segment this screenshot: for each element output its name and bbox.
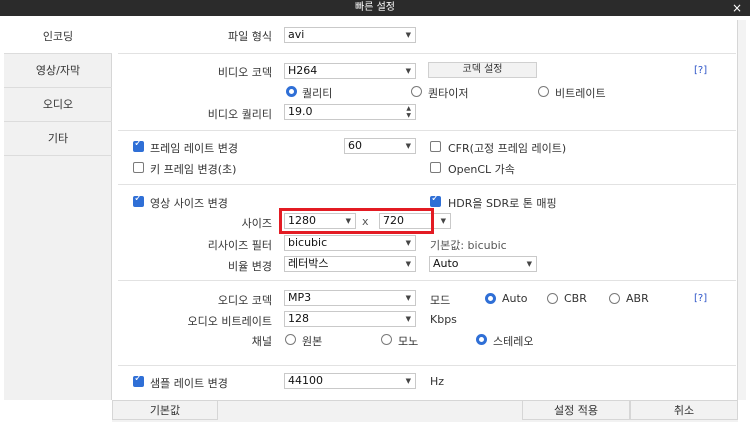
radio-audio-auto-label: Auto (502, 292, 528, 305)
format-label: 파일 형식 (228, 30, 272, 43)
hdr-tonemap-label: HDR을 SDR로 톤 매핑 (448, 197, 557, 210)
framerate-select[interactable]: 60 ▼ (344, 138, 416, 154)
chevron-down-icon: ▼ (405, 67, 411, 75)
spin-down-icon[interactable]: ▼ (406, 113, 411, 119)
chevron-down-icon: ▼ (526, 260, 532, 268)
video-codec-label: 비디오 코덱 (217, 66, 272, 79)
hdr-tonemap-checkbox[interactable] (430, 193, 441, 207)
resize-filter-select[interactable]: bicubic ▼ (284, 235, 416, 251)
format-select[interactable]: avi ▼ (284, 27, 416, 43)
radio-bitrate-label: 비트레이트 (555, 87, 606, 100)
scrollbar[interactable] (738, 20, 746, 400)
sample-rate-unit: Hz (430, 375, 445, 388)
chevron-down-icon: ▼ (405, 260, 411, 268)
chevron-down-icon: ▼ (405, 239, 411, 247)
cancel-button[interactable]: 취소 (630, 400, 738, 420)
radio-audio-abr[interactable] (609, 293, 620, 304)
highlight-box (279, 208, 434, 234)
framerate-change-checkbox[interactable] (133, 138, 144, 152)
radio-audio-auto[interactable] (485, 293, 496, 304)
audio-bitrate-select[interactable]: 128 ▼ (284, 311, 416, 327)
framerate-value: 60 (348, 139, 362, 152)
opencl-checkbox[interactable] (430, 162, 441, 173)
chevron-down-icon: ▼ (405, 315, 411, 323)
radio-quality[interactable] (286, 86, 297, 97)
close-icon[interactable]: × (732, 0, 742, 16)
window-title: 빠른 설정 (355, 2, 395, 13)
audio-codec-value: MP3 (288, 291, 312, 304)
video-help-link[interactable]: [?] (694, 65, 707, 76)
channel-label: 채널 (251, 335, 272, 348)
divider (118, 130, 736, 131)
sample-rate-value: 44100 (288, 374, 323, 387)
radio-quantizer[interactable] (411, 86, 422, 97)
opencl-label: OpenCL 가속 (448, 163, 515, 176)
chevron-down-icon: ▼ (405, 31, 411, 39)
resize-filter-default: 기본값: bicubic (430, 239, 507, 252)
size-label: 사이즈 (241, 217, 272, 230)
resize-change-checkbox[interactable] (133, 193, 144, 207)
radio-quantizer-label: 퀀타이저 (428, 87, 469, 100)
sidebar-item-etc[interactable]: 기타 (4, 122, 112, 156)
ratio-auto-value: Auto (433, 257, 459, 270)
sample-rate-select[interactable]: 44100 ▼ (284, 373, 416, 389)
ratio-label: 비율 변경 (228, 260, 272, 273)
audio-bitrate-value: 128 (288, 312, 309, 325)
divider (118, 280, 736, 281)
radio-bitrate[interactable] (538, 86, 549, 97)
format-value: avi (288, 28, 305, 41)
keyframe-label: 키 프레임 변경(초) (150, 163, 237, 176)
chevron-down-icon: ▼ (405, 294, 411, 302)
radio-channel-stereo[interactable] (476, 334, 487, 345)
video-codec-select[interactable]: H264 ▼ (284, 63, 416, 79)
radio-audio-cbr-label: CBR (564, 292, 587, 305)
title-bar: 빠른 설정 × (0, 0, 750, 16)
radio-audio-abr-label: ABR (626, 292, 649, 305)
divider (118, 53, 736, 54)
divider (118, 184, 736, 185)
audio-help-link[interactable]: [?] (694, 293, 707, 304)
resize-change-label: 영상 사이즈 변경 (150, 197, 228, 210)
cfr-label: CFR(고정 프레임 레이트) (448, 142, 567, 155)
video-quality-spinbox[interactable]: 19.0 ▲ ▼ (284, 104, 416, 120)
chevron-down-icon: ▼ (405, 377, 411, 385)
ratio-value: 레터박스 (288, 257, 329, 270)
audio-mode-label: 모드 (430, 294, 451, 307)
divider (118, 365, 736, 366)
video-quality-value: 19.0 (288, 105, 313, 118)
ratio-select[interactable]: 레터박스 ▼ (284, 256, 416, 272)
chevron-down-icon: ▼ (440, 217, 446, 225)
sidebar-item-encoding[interactable]: 인코딩 (4, 20, 112, 54)
sample-rate-label: 샘플 레이트 변경 (150, 377, 228, 390)
framerate-change-label: 프레임 레이트 변경 (150, 142, 238, 155)
codec-settings-button[interactable]: 코덱 설정 (428, 62, 537, 78)
resize-filter-value: bicubic (288, 236, 328, 249)
video-quality-label: 비디오 퀄리티 (207, 108, 272, 121)
cfr-checkbox[interactable] (430, 141, 441, 152)
ratio-auto-select[interactable]: Auto ▼ (429, 256, 537, 272)
radio-channel-mono-label: 모노 (398, 335, 419, 348)
radio-channel-stereo-label: 스테레오 (493, 335, 534, 348)
keyframe-checkbox[interactable] (133, 162, 144, 173)
audio-bitrate-label: 오디오 비트레이트 (187, 315, 272, 328)
audio-codec-select[interactable]: MP3 ▼ (284, 290, 416, 306)
sample-rate-checkbox[interactable] (133, 373, 144, 387)
audio-bitrate-unit: Kbps (430, 313, 457, 326)
sidebar-item-audio[interactable]: 오디오 (4, 88, 112, 122)
radio-quality-label: 퀄리티 (302, 87, 333, 100)
default-button[interactable]: 기본값 (112, 400, 218, 420)
resize-filter-label: 리사이즈 필터 (207, 239, 272, 252)
apply-button[interactable]: 설정 적용 (522, 400, 630, 420)
radio-channel-mono[interactable] (381, 334, 392, 345)
chevron-down-icon: ▼ (405, 142, 411, 150)
sidebar: 인코딩 영상/자막 오디오 기타 (4, 20, 112, 400)
video-codec-value: H264 (288, 64, 318, 77)
sidebar-item-video-subtitle[interactable]: 영상/자막 (4, 54, 112, 88)
audio-codec-label: 오디오 코덱 (217, 294, 272, 307)
radio-audio-cbr[interactable] (547, 293, 558, 304)
radio-channel-original-label: 원본 (302, 335, 323, 348)
radio-channel-original[interactable] (285, 334, 296, 345)
